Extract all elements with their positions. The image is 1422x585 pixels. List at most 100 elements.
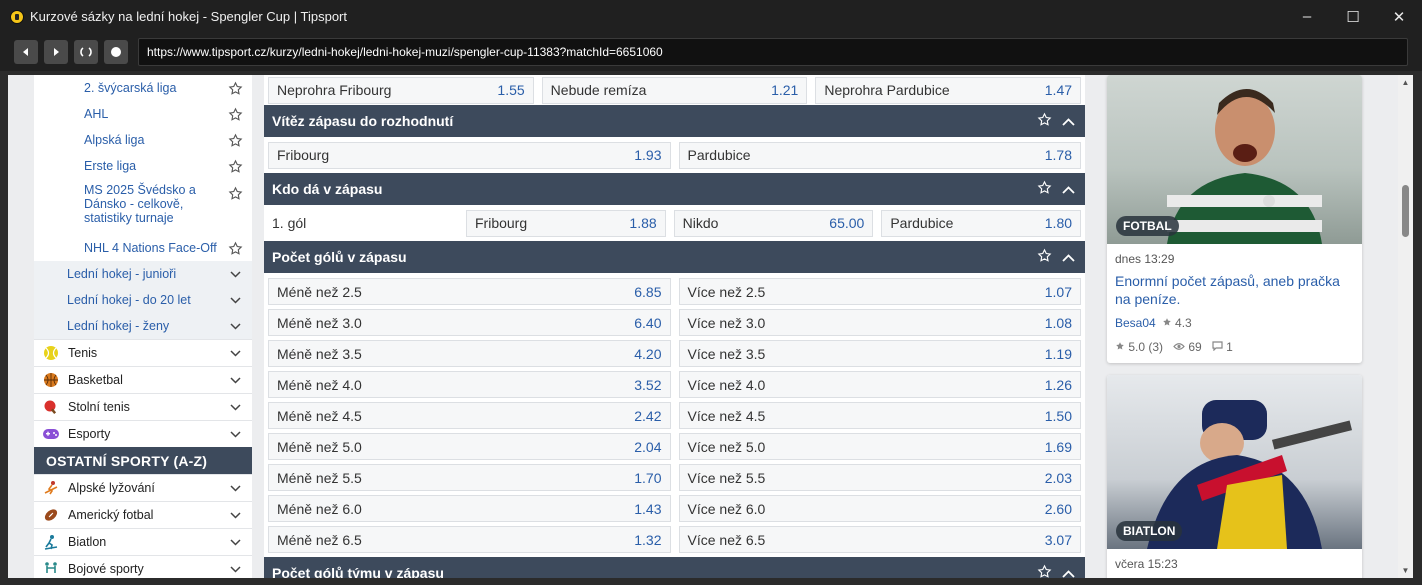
- sidebar-sport-americky-fotbal[interactable]: Americký fotbal: [34, 501, 252, 528]
- favorite-star-icon[interactable]: [227, 185, 243, 201]
- sidebar-sport-stolni-tenis[interactable]: Stolní tenis: [34, 393, 252, 420]
- over-odd-button[interactable]: Více než 2.5 1.07: [678, 278, 1081, 305]
- odd-value: 1.08: [1044, 314, 1072, 331]
- league-label: MS 2025 Švédsko a Dánsko - celkově, stat…: [84, 183, 196, 225]
- sidebar-league-ahl[interactable]: AHL: [34, 101, 252, 127]
- league-label: 2. švýcarská liga: [84, 81, 177, 95]
- page-scrollbar[interactable]: ▲ ▼: [1398, 75, 1413, 578]
- comments-value: 1: [1226, 340, 1233, 354]
- minimize-button[interactable]: –: [1284, 0, 1330, 33]
- under-odd-button[interactable]: Méně než 5.5 1.70: [268, 464, 671, 491]
- forward-button[interactable]: [44, 40, 68, 64]
- section-header-scorer[interactable]: Kdo dá v zápasu: [264, 173, 1085, 205]
- over-odd-button[interactable]: Více než 6.5 3.07: [678, 526, 1081, 553]
- scroll-thumb[interactable]: [1402, 185, 1409, 237]
- article-card[interactable]: FOTBAL dnes 13:29 Enormní počet zápasů, …: [1107, 75, 1362, 363]
- sidebar-sport-alpske-lyzovani[interactable]: Alpské lyžování: [34, 474, 252, 501]
- over-odd-button[interactable]: Více než 4.5 1.50: [678, 402, 1081, 429]
- back-button[interactable]: [14, 40, 38, 64]
- over-odd-button[interactable]: Více než 5.5 2.03: [678, 464, 1081, 491]
- under-odd-button[interactable]: Méně než 6.5 1.32: [268, 526, 671, 553]
- maximize-button[interactable]: ☐: [1330, 0, 1376, 33]
- star-icon[interactable]: [1037, 248, 1052, 266]
- article-title[interactable]: Enormní počet zápasů, aneb pračka na pen…: [1115, 272, 1354, 308]
- over-odd-button[interactable]: Více než 4.0 1.26: [678, 371, 1081, 398]
- star-icon[interactable]: [1037, 112, 1052, 130]
- group-label: Lední hokej - do 20 let: [67, 293, 191, 307]
- close-button[interactable]: ✕: [1376, 0, 1422, 33]
- group-label: Lední hokej - ženy: [67, 319, 170, 333]
- under-odd-button[interactable]: Méně než 4.5 2.42: [268, 402, 671, 429]
- sidebar-group-zeny[interactable]: Lední hokej - ženy: [34, 313, 252, 339]
- odd-label: Více než 2.5: [687, 283, 766, 300]
- category-badge: FOTBAL: [1116, 216, 1179, 236]
- favorite-star-icon[interactable]: [227, 158, 243, 174]
- sport-label: Biatlon: [68, 535, 107, 549]
- scroll-up-arrow-icon[interactable]: ▲: [1401, 78, 1410, 87]
- odd-value: 6.85: [634, 283, 662, 300]
- sidebar-sport-esporty[interactable]: Esporty: [34, 420, 252, 447]
- section-title: Počet gólů v zápasu: [272, 249, 407, 265]
- section-header-goals[interactable]: Počet gólů v zápasu: [264, 241, 1085, 273]
- odd-button[interactable]: Neprohra Pardubice 1.47: [815, 76, 1082, 104]
- article-author[interactable]: Besa04 4.3: [1115, 316, 1354, 330]
- odd-button[interactable]: Fribourg 1.93: [268, 141, 671, 169]
- chevron-up-icon[interactable]: [1062, 565, 1075, 578]
- address-bar[interactable]: https://www.tipsport.cz/kurzy/ledni-hoke…: [138, 38, 1408, 66]
- over-odd-button[interactable]: Více než 3.0 1.08: [678, 309, 1081, 336]
- article-image-biathlon: BIATLON: [1107, 375, 1362, 549]
- sidebar-league-2-svycarska-liga[interactable]: 2. švýcarská liga: [34, 75, 252, 101]
- under-odd-button[interactable]: Méně než 2.5 6.85: [268, 278, 671, 305]
- favorite-star-icon[interactable]: [227, 132, 243, 148]
- record-dot-icon: [111, 47, 121, 57]
- star-icon[interactable]: [1037, 180, 1052, 198]
- article-card[interactable]: BIATLON včera 15:23: [1107, 375, 1362, 578]
- odd-value: 1.88: [629, 215, 657, 231]
- sidebar-league-alpska-liga[interactable]: Alpská liga: [34, 127, 252, 153]
- reload-button[interactable]: [74, 40, 98, 64]
- chevron-down-icon: [229, 320, 241, 332]
- sidebar-sport-basketbal[interactable]: Basketbal: [34, 366, 252, 393]
- odd-button[interactable]: Pardubice 1.80: [881, 209, 1082, 237]
- odd-button[interactable]: Fribourg 1.88: [466, 209, 666, 237]
- sidebar-league-ms-2025[interactable]: MS 2025 Švédsko a Dánsko - celkově, stat…: [34, 179, 252, 235]
- favorite-star-icon[interactable]: [227, 80, 243, 96]
- odd-label: Méně než 6.0: [277, 500, 362, 517]
- odd-button[interactable]: Nikdo 65.00: [673, 209, 874, 237]
- under-odd-button[interactable]: Méně než 5.0 2.04: [268, 433, 671, 460]
- star-icon[interactable]: [1037, 564, 1052, 578]
- section-header-team-goals[interactable]: Počet gólů týmu v zápasu: [264, 557, 1085, 578]
- odd-button[interactable]: Pardubice 1.78: [678, 141, 1081, 169]
- comments-stat: 1: [1212, 340, 1233, 354]
- sport-label: Esporty: [68, 427, 111, 441]
- over-odd-button[interactable]: Více než 6.0 2.60: [678, 495, 1081, 522]
- chevron-up-icon[interactable]: [1062, 181, 1075, 197]
- over-odd-button[interactable]: Více než 3.5 1.19: [678, 340, 1081, 367]
- odd-button[interactable]: Nebude remíza 1.21: [541, 76, 808, 104]
- scroll-down-arrow-icon[interactable]: ▼: [1401, 566, 1410, 575]
- sidebar-sport-tenis[interactable]: Tenis: [34, 339, 252, 366]
- sidebar-league-erste-liga[interactable]: Erste liga: [34, 153, 252, 179]
- under-odd-button[interactable]: Méně než 3.5 4.20: [268, 340, 671, 367]
- sidebar-sport-biatlon[interactable]: Biatlon: [34, 528, 252, 555]
- favorite-star-icon[interactable]: [227, 106, 243, 122]
- favorite-star-icon[interactable]: [227, 240, 243, 256]
- sidebar-group-juniori[interactable]: Lední hokej - junioři: [34, 261, 252, 287]
- odd-label: Méně než 5.5: [277, 469, 362, 486]
- home-button[interactable]: [104, 40, 128, 64]
- sidebar-group-do-20-let[interactable]: Lední hokej - do 20 let: [34, 287, 252, 313]
- section-header-winner[interactable]: Vítěz zápasu do rozhodnutí: [264, 105, 1085, 137]
- over-odd-button[interactable]: Více než 5.0 1.69: [678, 433, 1081, 460]
- under-odd-button[interactable]: Méně než 3.0 6.40: [268, 309, 671, 336]
- under-odd-button[interactable]: Méně než 6.0 1.43: [268, 495, 671, 522]
- under-odd-button[interactable]: Méně než 4.0 3.52: [268, 371, 671, 398]
- odd-button[interactable]: Neprohra Fribourg 1.55: [268, 76, 534, 104]
- winner-row: Fribourg 1.93 Pardubice 1.78: [264, 137, 1085, 173]
- chevron-down-icon: [229, 294, 241, 306]
- group-label: Lední hokej - junioři: [67, 267, 177, 281]
- goals-row: Méně než 6.5 1.32 Více než 6.5 3.07: [264, 524, 1085, 555]
- chevron-up-icon[interactable]: [1062, 113, 1075, 129]
- sidebar-league-nhl-4-nations[interactable]: NHL 4 Nations Face-Off: [34, 235, 252, 261]
- chevron-up-icon[interactable]: [1062, 249, 1075, 265]
- sidebar-sport-bojove-sporty[interactable]: Bojové sporty: [34, 555, 252, 578]
